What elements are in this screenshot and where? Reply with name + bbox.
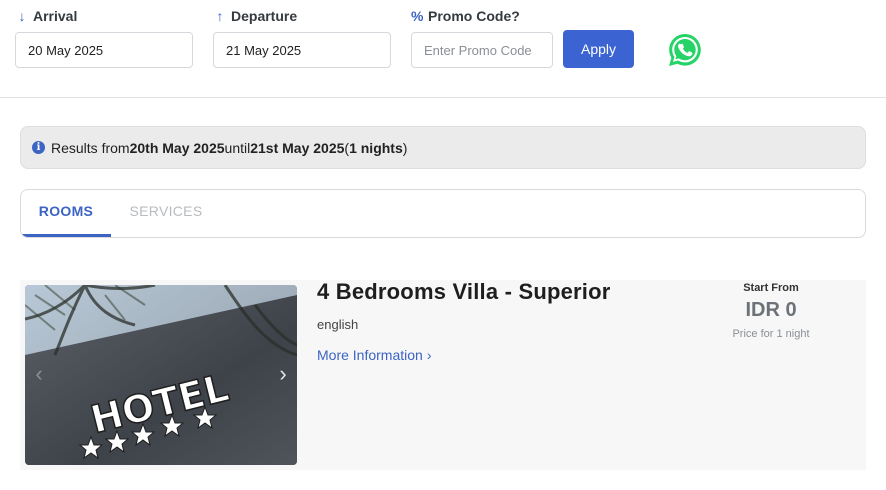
departure-date-input[interactable] [213,32,391,68]
promo-code-input[interactable] [411,32,553,68]
departure-label: Departure [231,8,298,24]
tab-services[interactable]: SERVICES [121,190,211,237]
arrival-date-input[interactable] [15,32,193,68]
promo-label: Promo Code? [428,8,520,24]
price-note: Price for 1 night [732,328,810,340]
booking-bar: ↓ Arrival ↑ Departure % Promo Code? Appl… [0,0,886,98]
carousel-next-button[interactable]: › [271,361,295,389]
percent-icon: % [411,8,424,24]
results-banner: i Results from 20th May 2025 until 21st … [20,126,866,169]
whatsapp-icon[interactable] [667,32,703,68]
promo-label-group: % Promo Code? [411,8,520,24]
start-from-label: Start From [743,282,799,294]
info-icon: i [32,141,45,154]
tab-rooms[interactable]: ROOMS [21,190,111,237]
results-prefix: Results from [51,139,130,156]
departure-label-group: ↑ Departure [214,8,298,24]
room-language: english [317,317,359,332]
results-nights: 1 nights [349,139,403,156]
arrival-label: Arrival [33,8,78,24]
chevron-right-icon: › [426,347,432,363]
room-title: 4 Bedrooms Villa - Superior [317,279,611,304]
more-information-link[interactable]: More Information › [317,347,432,363]
results-to-date: 21st May 2025 [250,139,345,156]
results-from-date: 20th May 2025 [129,139,225,156]
arrow-up-icon: ↑ [216,8,224,24]
hotel-photo-image: HOTEL [25,285,297,465]
arrow-down-icon: ↓ [18,8,26,24]
room-card: HOTEL ‹ › 4 Bedrooms Villa - Superior en… [20,279,866,470]
results-until: until [224,139,251,156]
price-box: Start From IDR 0 Price for 1 night [706,282,836,340]
arrival-label-group: ↓ Arrival [16,8,78,24]
tabs: ROOMS SERVICES [20,189,866,238]
room-photo[interactable]: HOTEL ‹ › [25,285,297,465]
results-paren-close: ) [402,139,408,156]
more-information-label: More Information [317,347,423,363]
room-price: IDR 0 [745,299,797,321]
apply-button[interactable]: Apply [563,30,634,68]
carousel-prev-button[interactable]: ‹ [27,361,51,389]
